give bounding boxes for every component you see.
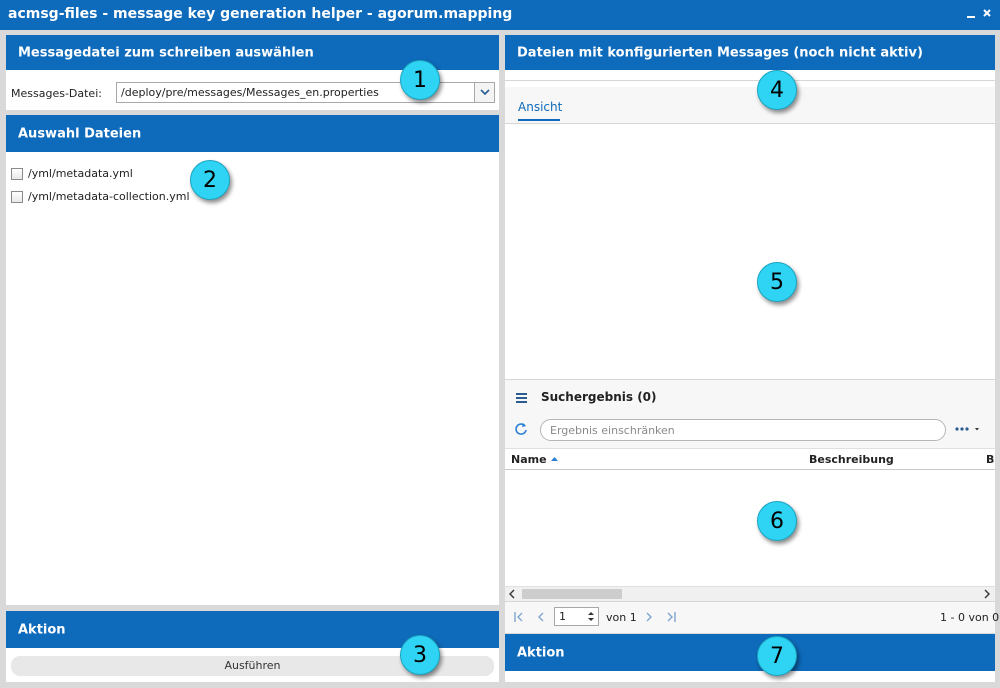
callout-marker: 6 xyxy=(757,501,797,541)
scroll-right-icon[interactable] xyxy=(982,589,992,599)
right-action-panel-title: Aktion xyxy=(517,645,565,660)
divider xyxy=(505,80,995,81)
callout-marker: 3 xyxy=(400,635,440,675)
messages-file-dropdown-button[interactable] xyxy=(474,83,494,102)
window-body: Messagedatei zum schreiben auswählen Mes… xyxy=(0,30,1000,688)
file-checkbox[interactable] xyxy=(11,191,23,203)
more-options-button[interactable] xyxy=(954,421,984,438)
result-filter-input[interactable]: Ergebnis einschränken xyxy=(540,419,946,441)
callout-marker: 5 xyxy=(757,262,797,302)
horizontal-scrollbar[interactable] xyxy=(505,586,995,601)
page-of-text: von 1 xyxy=(606,611,637,624)
tab-bar: Ansicht xyxy=(505,87,995,123)
grid-body xyxy=(505,470,995,586)
callout-marker: 2 xyxy=(190,160,230,200)
grid-header: Name Beschreibung B xyxy=(505,448,995,470)
column-header-name-label: Name xyxy=(511,453,547,466)
file-checkbox-label: /yml/metadata.yml xyxy=(28,167,133,180)
hamburger-icon[interactable] xyxy=(515,392,529,404)
column-header-name[interactable]: Name xyxy=(511,453,559,466)
left-action-panel-title: Aktion xyxy=(18,622,66,637)
page-number-spinner-icon[interactable] xyxy=(585,609,597,624)
configured-files-panel-body: Ansicht Suchergebnis (0) Ergebnis einsch… xyxy=(505,70,999,633)
active-tab-indicator xyxy=(518,119,560,121)
callout-marker: 7 xyxy=(757,636,797,676)
chevron-down-icon xyxy=(480,89,490,96)
sort-ascending-icon xyxy=(551,457,559,461)
files-panel-title: Auswahl Dateien xyxy=(18,126,142,141)
pager-summary: 1 - 0 von 0 xyxy=(940,611,1000,624)
file-checkbox-label: /yml/metadata-collection.yml xyxy=(28,190,190,203)
close-button[interactable] xyxy=(980,6,994,25)
first-page-icon[interactable] xyxy=(513,611,525,623)
file-checkbox[interactable] xyxy=(11,168,23,180)
divider xyxy=(505,123,995,124)
column-header-partial[interactable]: B xyxy=(986,453,994,466)
configured-files-panel-header: Dateien mit konfigurierten Messages (noc… xyxy=(505,35,995,70)
tab-ansicht[interactable]: Ansicht xyxy=(518,100,562,114)
scrollbar-thumb[interactable] xyxy=(522,589,622,599)
window-title-bar: acmsg-files - message key generation hel… xyxy=(0,0,1000,30)
files-panel-header: Auswahl Dateien xyxy=(6,115,499,152)
page-number-input[interactable]: 1 xyxy=(554,607,599,626)
right-action-panel-body xyxy=(505,671,995,682)
pager-toolbar: 1 von 1 1 - 0 von 0 xyxy=(505,601,999,633)
window-title: acmsg-files - message key generation hel… xyxy=(8,6,513,22)
search-results-panel: Suchergebnis (0) Ergebnis einschränken N… xyxy=(505,379,999,633)
ellipsis-icon xyxy=(955,427,979,431)
next-page-icon[interactable] xyxy=(644,611,654,623)
callout-marker: 1 xyxy=(400,60,440,100)
scroll-left-icon[interactable] xyxy=(507,589,517,599)
search-results-title: Suchergebnis (0) xyxy=(541,390,657,404)
callout-marker: 4 xyxy=(757,70,797,110)
minimize-icon xyxy=(967,16,975,18)
file-panel-title: Messagedatei zum schreiben auswählen xyxy=(18,45,314,60)
refresh-icon[interactable] xyxy=(514,422,528,436)
messages-file-label: Messages-Datei: xyxy=(11,87,102,100)
last-page-icon[interactable] xyxy=(665,611,677,623)
close-icon xyxy=(983,9,991,17)
messages-file-value: /deploy/pre/messages/Messages_en.propert… xyxy=(121,86,379,99)
minimize-button[interactable] xyxy=(964,6,978,25)
files-panel-body: /yml/metadata.yml /yml/metadata-collecti… xyxy=(6,152,499,605)
page-number-value: 1 xyxy=(559,610,566,623)
configured-files-panel-title: Dateien mit konfigurierten Messages (noc… xyxy=(517,45,923,60)
column-header-description[interactable]: Beschreibung xyxy=(809,453,894,466)
right-action-panel-header: Aktion xyxy=(505,634,995,671)
previous-page-icon[interactable] xyxy=(536,611,546,623)
result-filter-placeholder: Ergebnis einschränken xyxy=(550,424,675,437)
